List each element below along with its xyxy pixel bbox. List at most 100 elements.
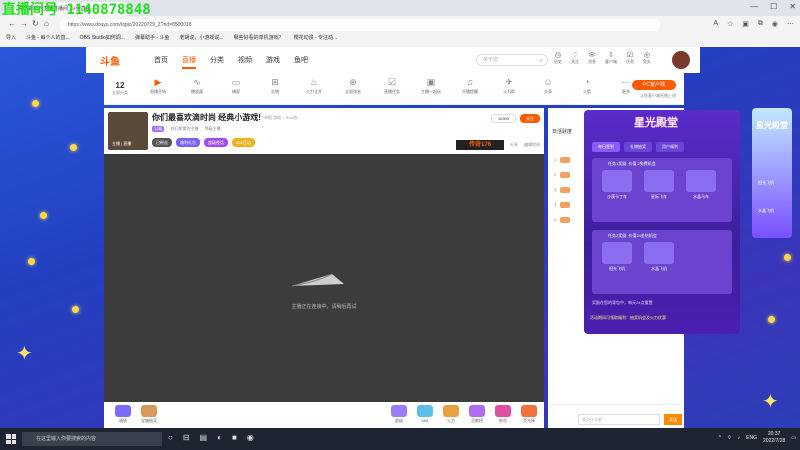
app-icon[interactable]: ■	[232, 433, 237, 442]
forward-icon[interactable]: →	[20, 19, 28, 28]
bookmark-item[interactable]: 老胡说，小游戏说...	[179, 34, 223, 41]
reward-item[interactable]: 水晶马车	[684, 170, 718, 200]
read-aloud-icon[interactable]: A	[713, 20, 718, 28]
side-event-widget[interactable]: 星光殿堂 阳光飞机 水晶飞机	[752, 108, 792, 238]
nav-game[interactable]: 游戏	[266, 55, 280, 69]
category-link[interactable]: 游戏 > Soul你...	[273, 115, 301, 120]
bookmark-item[interactable]: 哪些好看的单机游戏？	[234, 34, 284, 41]
room-category[interactable]: 举报 游戏 > Soul你...	[264, 115, 301, 121]
volume-icon[interactable]: ♪	[738, 435, 741, 441]
gift-item[interactable]: 超级	[388, 405, 410, 425]
fishball-button[interactable]: ◎ 鱼丸	[643, 51, 651, 65]
pc-client-button[interactable]: PC客户端	[632, 80, 676, 90]
night-talk-button[interactable]: 超级夜话	[204, 138, 228, 147]
rank-row[interactable]: 5	[554, 212, 571, 227]
gift-item[interactable]: 荧光棒	[518, 405, 540, 425]
gift-item[interactable]: 福袋	[112, 405, 134, 425]
home-icon[interactable]: ⌂	[44, 19, 49, 28]
nav-video[interactable]: 视频	[238, 55, 252, 69]
streamer-avatar[interactable]: 主播 | 直播	[108, 112, 148, 150]
maximize-icon[interactable]: ☐	[770, 2, 777, 11]
event-tab[interactable]: 每日签到	[592, 142, 620, 152]
category-item[interactable]: ♫ 开播提醒	[456, 77, 484, 95]
follow-list-button[interactable]: ♡ 关注	[571, 51, 579, 65]
nav-yuba[interactable]: 鱼吧	[294, 55, 308, 69]
windows-start-icon[interactable]	[6, 434, 16, 444]
taskbar-search[interactable]: 在这里输入你要搜索的内容	[22, 432, 162, 446]
address-bar[interactable]: https://www.douyu.com/topic/20220729_Z?r…	[60, 19, 660, 31]
site-logo[interactable]: 斗鱼	[100, 53, 120, 68]
collections-icon[interactable]: ▣	[742, 20, 749, 28]
category-count[interactable]: 12 全部分类	[112, 81, 128, 96]
nav-home[interactable]: 首页	[154, 55, 168, 69]
extensions-icon[interactable]: ⧉	[758, 20, 763, 28]
nav-category[interactable]: 分类	[210, 55, 224, 69]
fans-button[interactable]: 已粉丝	[152, 138, 172, 147]
category-item[interactable]: ☑ 直播任务	[378, 77, 406, 95]
category-item[interactable]: ◔ 火箭	[573, 77, 601, 95]
close-icon[interactable]: ✕	[789, 2, 796, 11]
bookmark-item[interactable]: 导入	[6, 34, 16, 41]
chat-input[interactable]: 说点什么吧 ~	[578, 414, 660, 425]
gift-pack-button[interactable]: 福利礼包	[176, 138, 200, 147]
category-item[interactable]: ⊕ 全部排名	[339, 77, 367, 95]
obs-icon[interactable]: ◉	[247, 433, 254, 442]
search-icon[interactable]: ⌕	[540, 56, 543, 66]
rank-row[interactable]: 1	[554, 152, 571, 167]
rank-row[interactable]: 3	[554, 182, 571, 197]
gift-item[interactable]: 宝箱抽奖	[138, 405, 160, 425]
send-button[interactable]: 发送	[664, 414, 682, 425]
event-tab[interactable]: 礼物抽奖	[624, 142, 652, 152]
user-avatar[interactable]	[672, 51, 690, 69]
refresh-icon[interactable]: ↻	[32, 19, 39, 28]
bookmark-item[interactable]: OBS Studio如何调...	[80, 34, 125, 41]
edit-room-button[interactable]: 编辑房间	[524, 142, 540, 148]
client-button[interactable]: ⇩ 客户端	[605, 51, 617, 65]
share-button[interactable]: 分享	[510, 142, 518, 148]
rank-row[interactable]: 2	[554, 167, 571, 182]
category-item[interactable]: ♨ 火力全开	[300, 77, 328, 95]
category-item[interactable]: ▶ 直播开始	[144, 77, 172, 95]
back-icon[interactable]: ←	[8, 19, 16, 28]
network-icon[interactable]: ⌔	[727, 435, 732, 441]
category-item[interactable]: ☺ 头条	[534, 77, 562, 95]
widgets-icon[interactable]: ⊟	[183, 433, 190, 442]
reward-item[interactable]: 沙漠卡丁车	[600, 170, 634, 200]
reward-item[interactable]: 阳光飞机	[600, 242, 634, 272]
gift-item[interactable]: 火力	[440, 405, 462, 425]
menu-icon[interactable]: ⋯	[787, 20, 794, 28]
task-view-icon[interactable]: ○	[168, 433, 173, 442]
category-item[interactable]: ▭ 横屏	[222, 77, 250, 95]
rank-row[interactable]: 4	[554, 197, 571, 212]
follow-button[interactable]: 关注	[520, 114, 540, 123]
search-input[interactable]: 关于您 ⌕	[476, 54, 548, 66]
anchor-name[interactable]: 你们斯斯的主播	[170, 126, 198, 132]
clock[interactable]: 20:37 2022/7/28	[763, 431, 785, 445]
history-button[interactable]: ◷ 历史	[554, 51, 562, 65]
bookmark-item[interactable]: 斗鱼 - 每个人的直...	[26, 34, 70, 41]
minimize-icon[interactable]: —	[750, 2, 758, 11]
gift-item[interactable]: 鲜花	[492, 405, 514, 425]
video-player[interactable]: 主播正在连接中，请稍后再试	[104, 154, 544, 402]
favorite-icon[interactable]: ☆	[727, 20, 733, 28]
file-explorer-icon[interactable]: ▤	[200, 433, 208, 442]
bookmark-item[interactable]: 弹幕助手 - 斗鱼	[135, 34, 169, 41]
event-tab[interactable]: 用户福利	[656, 142, 684, 152]
tray-arrow-icon[interactable]: ^	[719, 435, 721, 441]
profile-icon[interactable]: ◉	[772, 20, 778, 28]
interact-button[interactable]: 666互动	[232, 138, 255, 147]
gift-item[interactable]: 666	[414, 405, 436, 425]
message-button[interactable]: ✉ 消息	[588, 51, 596, 65]
category-item[interactable]: ∿ 播放器	[183, 77, 211, 95]
reward-item[interactable]: 水晶飞机	[642, 242, 676, 272]
reward-item[interactable]: 星际飞车	[642, 170, 676, 200]
gift-item[interactable]: 贡献榜	[466, 405, 488, 425]
language-indicator[interactable]: ENG	[746, 435, 757, 441]
bookmark-item[interactable]: 樱花动漫 - 专注动...	[294, 34, 338, 41]
category-item[interactable]: ▣ 主播一起玩	[417, 77, 445, 95]
nav-live[interactable]: 直播	[182, 55, 196, 69]
category-item[interactable]: ⊞ 礼物	[261, 77, 289, 95]
notification-icon[interactable]: ▭	[791, 435, 796, 441]
task-button[interactable]: ☑ 任务	[626, 51, 634, 65]
ad-banner[interactable]: 传奇176	[456, 140, 504, 150]
